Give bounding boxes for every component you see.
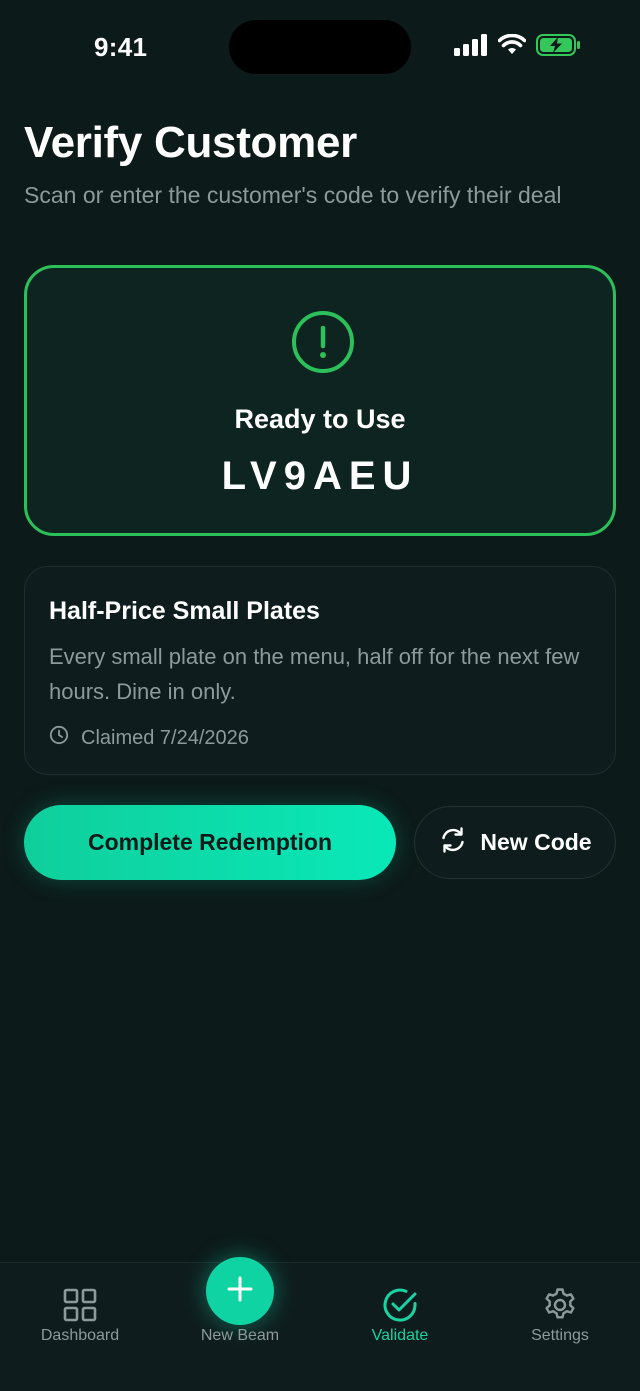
- deal-claimed-row: Claimed 7/24/2026: [49, 725, 249, 751]
- dynamic-island: [229, 20, 411, 74]
- grid-icon: [62, 1287, 98, 1323]
- tab-bar: Dashboard New Beam Validate Settings: [0, 1257, 640, 1391]
- redemption-code: LV9AEU: [221, 454, 419, 498]
- cellular-signal-icon: [454, 34, 488, 56]
- plus-icon: [226, 1275, 254, 1308]
- claimed-date: Claimed 7/24/2026: [81, 726, 249, 749]
- status-time: 9:41: [94, 32, 148, 62]
- page-title: Verify Customer: [24, 118, 357, 167]
- complete-redemption-label: Complete Redemption: [87, 829, 333, 855]
- new-code-label: New Code: [480, 829, 592, 855]
- verification-status-card: Ready to Use LV9AEU: [24, 265, 616, 536]
- new-beam-button[interactable]: [206, 1257, 274, 1325]
- deal-card: Half-Price Small Plates Every small plat…: [24, 566, 616, 775]
- refresh-icon: [438, 825, 468, 861]
- clock-icon: [49, 725, 69, 751]
- alert-circle-icon: [291, 310, 355, 374]
- deal-description: Every small plate on the menu, half off …: [49, 644, 580, 704]
- check-circle-icon: [382, 1287, 418, 1323]
- page-subtitle: Scan or enter the customer's code to ver…: [24, 182, 562, 208]
- new-code-button[interactable]: New Code: [414, 806, 616, 879]
- deal-title: Half-Price Small Plates: [49, 597, 320, 625]
- tab-validate[interactable]: Validate: [320, 1263, 480, 1363]
- verify-customer-screen: 9:41 Verify Customer Scan or enter the c…: [0, 0, 640, 1391]
- tab-dashboard-label: Dashboard: [40, 1327, 120, 1344]
- status-label: Ready to Use: [234, 404, 406, 434]
- complete-redemption-button[interactable]: Complete Redemption: [24, 805, 396, 880]
- tab-validate-label: Validate: [371, 1327, 429, 1344]
- battery-charging-icon: [536, 34, 582, 56]
- wifi-icon: [498, 34, 526, 56]
- tab-settings[interactable]: Settings: [480, 1263, 640, 1363]
- status-icons: [454, 34, 582, 56]
- tab-settings-label: Settings: [531, 1327, 589, 1344]
- tab-new-beam-label[interactable]: New Beam: [160, 1327, 320, 1345]
- gear-icon: [542, 1287, 578, 1323]
- status-bar: 9:41: [0, 0, 640, 96]
- tab-dashboard[interactable]: Dashboard: [0, 1263, 160, 1363]
